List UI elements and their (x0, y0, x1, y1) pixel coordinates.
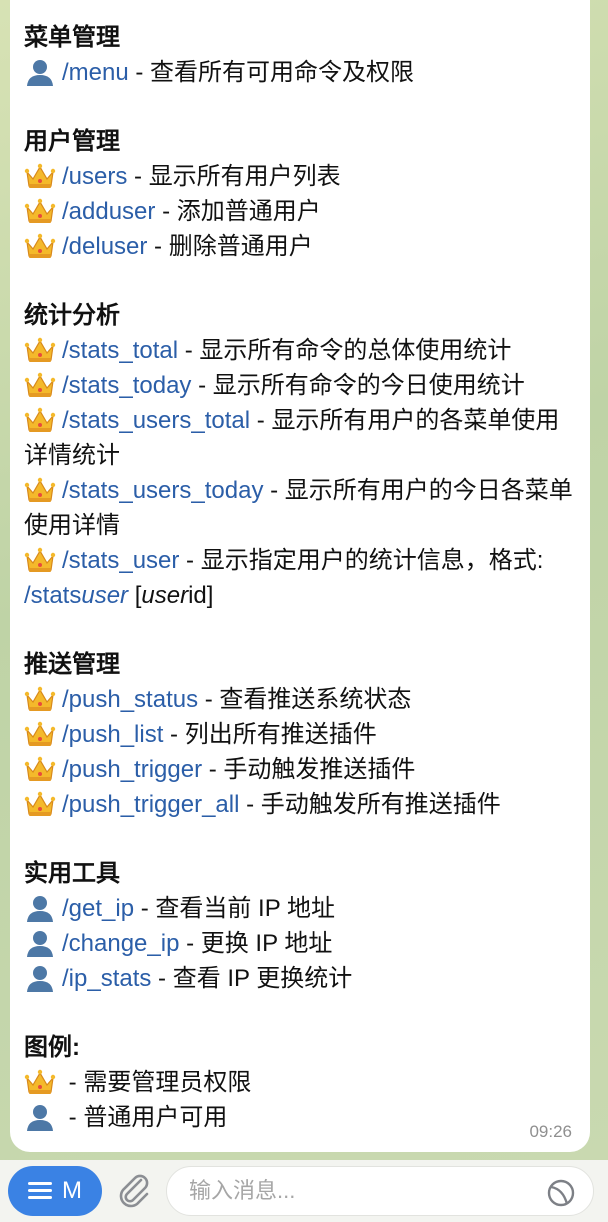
section: 实用工具/get_ip - 查看当前 IP 地址/change_ip - 更换 … (24, 856, 574, 996)
section: 推送管理/push_status - 查看推送系统状态/push_list - … (24, 647, 574, 822)
command-description: - 查看所有可用命令及权限 (128, 59, 415, 86)
command-line: /users - 显示所有用户列表 (24, 159, 574, 194)
command-description: - 显示所有命令的今日使用统计 (191, 372, 525, 399)
command-link[interactable]: /stats_users_today (62, 477, 263, 504)
command-link[interactable]: /users (62, 163, 127, 190)
crown-icon (24, 197, 56, 223)
command-line: /deluser - 删除普通用户 (24, 229, 574, 264)
command-description: - 普通用户可用 (62, 1104, 228, 1131)
user-icon (24, 1103, 56, 1131)
command-link[interactable]: /stats_total (62, 337, 178, 364)
command-line: /push_list - 列出所有推送插件 (24, 717, 574, 752)
command-description: - 手动触发推送插件 (202, 756, 416, 783)
section-title: 统计分析 (24, 302, 120, 329)
user-icon (24, 929, 56, 957)
command-description: - 查看推送系统状态 (198, 686, 412, 713)
command-link[interactable]: /get_ip (62, 895, 134, 922)
format-arg-italic: user (141, 582, 189, 609)
command-description: - 显示所有用户列表 (127, 163, 341, 190)
bot-menu-button[interactable]: M (8, 1166, 102, 1216)
menu-icon (28, 1181, 52, 1201)
command-line: - 普通用户可用 (24, 1100, 574, 1135)
message-bubble: 菜单管理/menu - 查看所有可用命令及权限用户管理/users - 显示所有… (10, 0, 590, 1152)
command-link[interactable]: /push_list (62, 721, 163, 748)
command-line: /get_ip - 查看当前 IP 地址 (24, 891, 574, 926)
command-link[interactable]: /adduser (62, 198, 155, 225)
section: 统计分析/stats_total - 显示所有命令的总体使用统计/stats_t… (24, 298, 574, 613)
command-line: /push_status - 查看推送系统状态 (24, 682, 574, 717)
format-bracket-open: [ (128, 582, 142, 609)
message-input-container[interactable] (166, 1166, 594, 1216)
section: 菜单管理/menu - 查看所有可用命令及权限 (24, 20, 574, 90)
section-title: 用户管理 (24, 128, 120, 155)
command-line: /push_trigger_all - 手动触发所有推送插件 (24, 787, 574, 822)
crown-icon (24, 406, 56, 432)
command-link[interactable]: /push_trigger_all (62, 791, 239, 818)
section-title: 推送管理 (24, 651, 120, 678)
command-line: /stats_user - 显示指定用户的统计信息，格式: /statsuser… (24, 543, 574, 613)
command-link[interactable]: /menu (62, 59, 129, 86)
command-description: - 列出所有推送插件 (163, 721, 377, 748)
crown-icon (24, 476, 56, 502)
command-link[interactable]: /push_status (62, 686, 198, 713)
crown-icon (24, 371, 56, 397)
command-description: - 显示所有命令的总体使用统计 (178, 337, 512, 364)
crown-icon (24, 790, 56, 816)
format-command-prefix: /stats (24, 582, 82, 609)
section: 图例: - 需要管理员权限 - 普通用户可用 (24, 1030, 574, 1135)
crown-icon (24, 336, 56, 362)
message-input[interactable] (189, 1178, 529, 1204)
bot-menu-label: M (62, 1177, 82, 1204)
crown-icon (24, 162, 56, 188)
format-arg-rest: id] (188, 582, 214, 609)
crown-icon (24, 685, 56, 711)
user-icon (24, 964, 56, 992)
command-link[interactable]: /ip_stats (62, 965, 151, 992)
command-line: /change_ip - 更换 IP 地址 (24, 926, 574, 961)
crown-icon (24, 1068, 56, 1094)
command-line: - 需要管理员权限 (24, 1065, 574, 1100)
command-link[interactable]: /stats_users_total (62, 407, 250, 434)
command-description: - 需要管理员权限 (62, 1069, 252, 1096)
command-link[interactable]: /stats_today (62, 372, 191, 399)
crown-icon (24, 755, 56, 781)
section-title: 菜单管理 (24, 24, 120, 51)
crown-icon (24, 232, 56, 258)
command-line: /stats_users_today - 显示所有用户的今日各菜单使用详情 (24, 473, 574, 543)
message-time: 09:26 (529, 1122, 572, 1141)
user-icon (24, 894, 56, 922)
command-line: /menu - 查看所有可用命令及权限 (24, 55, 574, 90)
command-description: - 查看 IP 更换统计 (151, 965, 353, 992)
command-link[interactable]: /change_ip (62, 930, 179, 957)
crown-icon (24, 546, 56, 572)
command-description: - 手动触发所有推送插件 (239, 791, 501, 818)
command-description: - 删除普通用户 (147, 233, 313, 260)
format-command-link[interactable]: /statsuser (24, 582, 128, 609)
command-description: - 显示指定用户的统计信息，格式: (179, 547, 544, 574)
command-line: /stats_today - 显示所有命令的今日使用统计 (24, 368, 574, 403)
section: 用户管理/users - 显示所有用户列表/adduser - 添加普通用户/d… (24, 124, 574, 264)
command-description: - 更换 IP 地址 (179, 930, 333, 957)
section-title: 实用工具 (24, 860, 120, 887)
command-description: - 添加普通用户 (155, 198, 321, 225)
command-line: /ip_stats - 查看 IP 更换统计 (24, 961, 574, 996)
command-line: /stats_total - 显示所有命令的总体使用统计 (24, 333, 574, 368)
section-title: 图例: (24, 1034, 80, 1061)
command-line: /stats_users_total - 显示所有用户的各菜单使用详情统计 (24, 403, 574, 473)
command-link[interactable]: /stats_user (62, 547, 179, 574)
command-description: - 查看当前 IP 地址 (134, 895, 335, 922)
input-bar: M (0, 1160, 608, 1222)
format-command-italic: user (81, 582, 129, 609)
command-line: /push_trigger - 手动触发推送插件 (24, 752, 574, 787)
user-icon (24, 58, 56, 86)
command-line: /adduser - 添加普通用户 (24, 194, 574, 229)
crown-icon (24, 720, 56, 746)
sticker-icon[interactable] (545, 1177, 577, 1209)
command-link[interactable]: /push_trigger (62, 756, 202, 783)
command-link[interactable]: /deluser (62, 233, 147, 260)
attach-icon[interactable] (114, 1170, 154, 1212)
